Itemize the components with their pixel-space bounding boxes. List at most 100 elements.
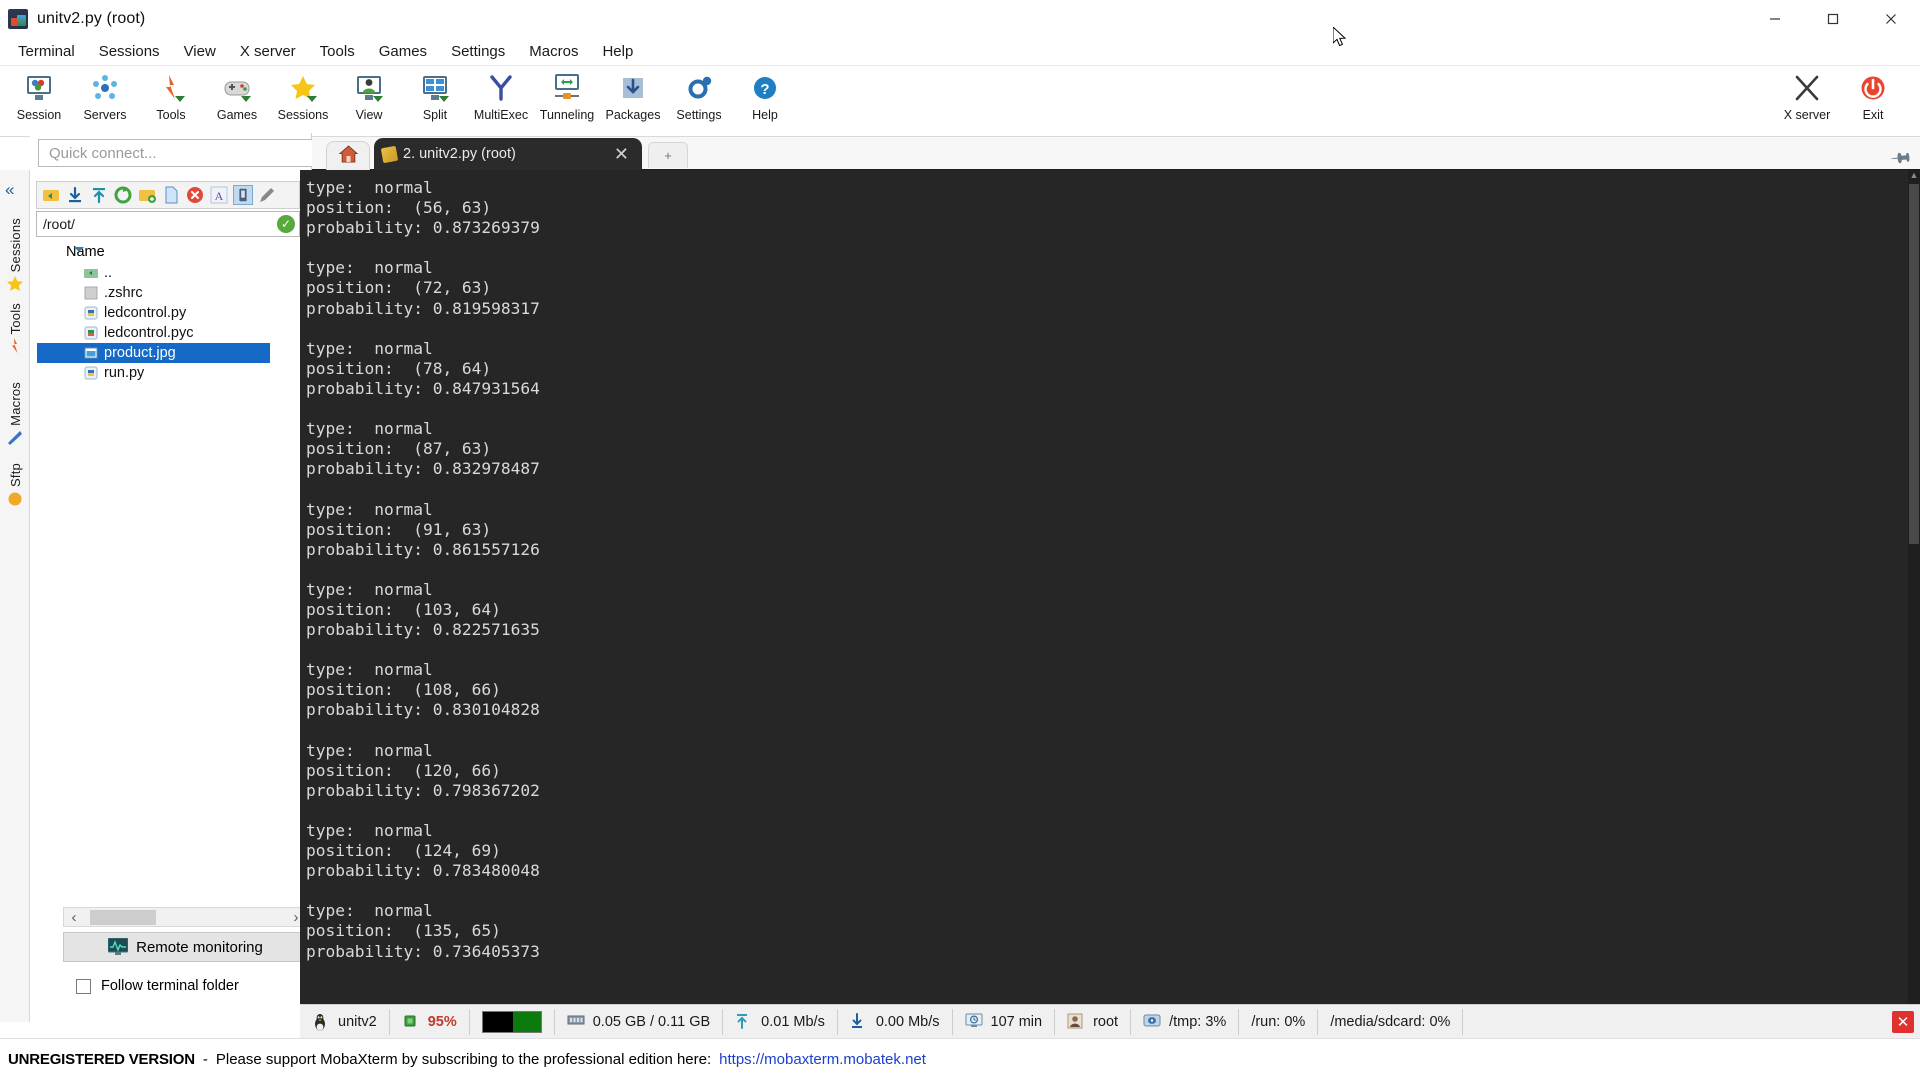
- tab-bar: 2. unitv2.py (root) ✕ + 🖈: [312, 137, 1920, 172]
- close-icon[interactable]: [1862, 0, 1920, 38]
- terminal-text: type: normal position: (56, 63) probabil…: [306, 178, 540, 961]
- text-mode-icon[interactable]: A: [209, 185, 229, 205]
- list-item[interactable]: product.jpg: [37, 343, 270, 363]
- upload-arrow-icon: [735, 1013, 753, 1031]
- double-chevron-left-icon[interactable]: «: [5, 180, 14, 200]
- list-item-label: run.py: [104, 365, 145, 381]
- toolbar-servers-label: Servers: [83, 108, 127, 122]
- toolbar-view-button[interactable]: View: [336, 67, 402, 131]
- menu-x-server[interactable]: X server: [228, 40, 308, 63]
- toolbar-games-label: Games: [216, 108, 258, 122]
- new-file-icon[interactable]: [161, 185, 181, 205]
- close-status-icon[interactable]: ✕: [1892, 1010, 1914, 1033]
- menu-tools[interactable]: Tools: [308, 40, 367, 63]
- menu-view[interactable]: View: [172, 40, 228, 63]
- toolbar-games-button[interactable]: Games: [204, 67, 270, 131]
- scrollbar-thumb[interactable]: [90, 910, 156, 925]
- go-up-icon[interactable]: [41, 185, 61, 205]
- toolbar-tunneling-button[interactable]: Tunneling: [534, 67, 600, 131]
- terminal-output-area[interactable]: type: normal position: (56, 63) probabil…: [300, 170, 1908, 1004]
- svg-text:A: A: [215, 189, 224, 203]
- toolbar-tools-button[interactable]: Tools: [138, 67, 204, 131]
- tools-icon: [156, 73, 186, 103]
- toolbar-packages-label: Packages: [605, 108, 661, 122]
- toolbar-help-label: Help: [752, 108, 778, 122]
- python-file-icon: [84, 306, 98, 320]
- toolbar-multiexec-button[interactable]: MultiExec: [468, 67, 534, 131]
- star-icon: [288, 73, 318, 103]
- menu-terminal[interactable]: Terminal: [6, 40, 87, 63]
- maximize-icon[interactable]: [1804, 0, 1862, 38]
- list-item[interactable]: ..: [36, 263, 300, 283]
- new-tab-button[interactable]: +: [648, 142, 688, 168]
- follow-terminal-folder-row[interactable]: Follow terminal folder: [76, 978, 239, 994]
- delete-icon[interactable]: [185, 185, 205, 205]
- quick-connect-input[interactable]: Quick connect...: [38, 139, 326, 167]
- main-toolbar: Session Servers Tools Games Sessions Vie…: [0, 67, 1920, 137]
- edit-icon[interactable]: [257, 185, 277, 205]
- chevron-down-icon[interactable]: [74, 247, 84, 252]
- menu-settings[interactable]: Settings: [439, 40, 517, 63]
- list-item-label: ledcontrol.pyc: [104, 325, 194, 341]
- status-user-value: root: [1093, 1013, 1119, 1030]
- sidebar-item-sftp[interactable]: Sftp: [2, 463, 28, 511]
- menu-help[interactable]: Help: [590, 40, 645, 63]
- chevron-left-icon[interactable]: ‹: [64, 909, 84, 926]
- user-icon: [1067, 1013, 1085, 1031]
- upload-icon[interactable]: [89, 185, 109, 205]
- unregistered-label: UNREGISTERED VERSION: [8, 1051, 195, 1068]
- packages-icon: [618, 73, 648, 103]
- menu-games[interactable]: Games: [367, 40, 439, 63]
- sidebar-item-tools[interactable]: Tools: [2, 303, 28, 358]
- toolbar-sessions-button[interactable]: Sessions: [270, 67, 336, 131]
- toolbar-exit-button[interactable]: Exit: [1840, 67, 1906, 131]
- toolbar-help-button[interactable]: ? Help: [732, 67, 798, 131]
- download-icon[interactable]: [65, 185, 85, 205]
- toolbar-settings-button[interactable]: Settings: [666, 67, 732, 131]
- remote-monitoring-button[interactable]: Remote monitoring: [63, 932, 308, 962]
- new-folder-icon[interactable]: [137, 185, 157, 205]
- status-upload-value: 0.01 Mb/s: [761, 1013, 825, 1030]
- footer-message: Please support MobaXterm by subscribing …: [215, 1051, 712, 1068]
- menu-sessions[interactable]: Sessions: [87, 40, 172, 63]
- footer-link[interactable]: https://mobaxterm.mobatek.net: [719, 1051, 926, 1068]
- refresh-icon[interactable]: [113, 185, 133, 205]
- list-item[interactable]: ledcontrol.py: [36, 303, 300, 323]
- toolbar-session-button[interactable]: Session: [6, 67, 72, 131]
- horizontal-scrollbar[interactable]: ‹ ›: [63, 907, 307, 927]
- toolbar-packages-button[interactable]: Packages: [600, 67, 666, 131]
- sftp-ribbon-icon: [6, 490, 24, 508]
- sidebar-item-label: Macros: [7, 382, 23, 426]
- status-cpu-graph: [470, 1008, 555, 1035]
- sidebar-item-sessions[interactable]: Sessions: [2, 218, 28, 296]
- sidebar-item-label: Sftp: [7, 463, 23, 487]
- toolbar-multiexec-label: MultiExec: [473, 108, 529, 122]
- sftp-path-bar[interactable]: /root/ ✓: [36, 211, 300, 237]
- scroll-up-arrow-icon[interactable]: ▲: [1908, 170, 1920, 180]
- binary-mode-icon[interactable]: [233, 185, 253, 205]
- follow-terminal-folder-checkbox[interactable]: [76, 978, 91, 994]
- list-item[interactable]: .zshrc: [36, 283, 300, 303]
- toolbar-split-button[interactable]: Split: [402, 67, 468, 131]
- remote-monitoring-label: Remote monitoring: [136, 938, 263, 956]
- minimize-icon[interactable]: [1746, 0, 1804, 38]
- status-hostname: unitv2: [300, 1008, 390, 1035]
- menu-macros[interactable]: Macros: [517, 40, 590, 63]
- status-memory-value: 0.05 GB / 0.11 GB: [592, 1013, 711, 1030]
- list-item-label: ..: [104, 265, 113, 281]
- terminal-scrollbar[interactable]: ▲: [1908, 170, 1920, 1004]
- toolbar-x-server-button[interactable]: X server: [1774, 67, 1840, 131]
- tab-unitv2[interactable]: 2. unitv2.py (root) ✕: [374, 138, 642, 170]
- close-icon[interactable]: ✕: [609, 145, 634, 163]
- scrollbar-thumb[interactable]: [1909, 184, 1919, 544]
- power-icon: [1858, 73, 1888, 103]
- toolbar-servers-button[interactable]: Servers: [72, 67, 138, 131]
- list-item[interactable]: ledcontrol.pyc: [36, 323, 300, 343]
- sidebar-item-macros[interactable]: Macros: [2, 382, 28, 450]
- tab-label: 2. unitv2.py (root): [403, 146, 516, 162]
- list-item[interactable]: run.py: [36, 363, 300, 383]
- status-tmp: /tmp: 3%: [1131, 1008, 1240, 1035]
- home-tab[interactable]: [326, 141, 370, 170]
- sftp-toolbar: A: [36, 181, 300, 209]
- file-list-header[interactable]: Name: [36, 241, 300, 263]
